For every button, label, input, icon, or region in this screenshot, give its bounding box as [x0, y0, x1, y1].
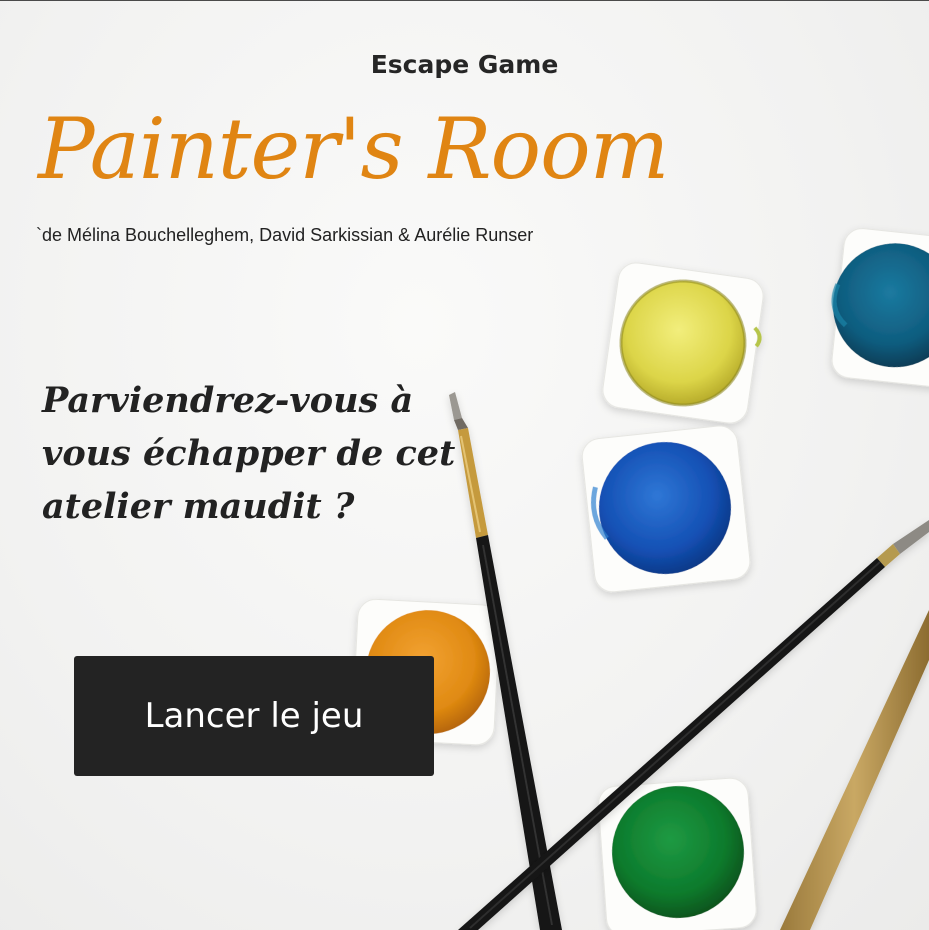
page-background: Escape Game Painter's Room `de Mélina Bo… — [0, 0, 929, 930]
wooden-paintbrush — [780, 610, 929, 930]
teal-paint-pan — [831, 228, 929, 391]
blue-paint-pan — [581, 425, 751, 593]
kicker-label: Escape Game — [370, 50, 559, 79]
game-title: Painter's Room — [38, 100, 669, 198]
yellow-paint-pan — [602, 262, 764, 424]
tagline-question: Parviendrez-vous à vous échapper de cet … — [42, 380, 456, 527]
start-game-button[interactable]: Lancer le jeu — [74, 656, 434, 776]
authors-credit: `de Mélina Bouchelleghem, David Sarkissi… — [36, 225, 534, 245]
